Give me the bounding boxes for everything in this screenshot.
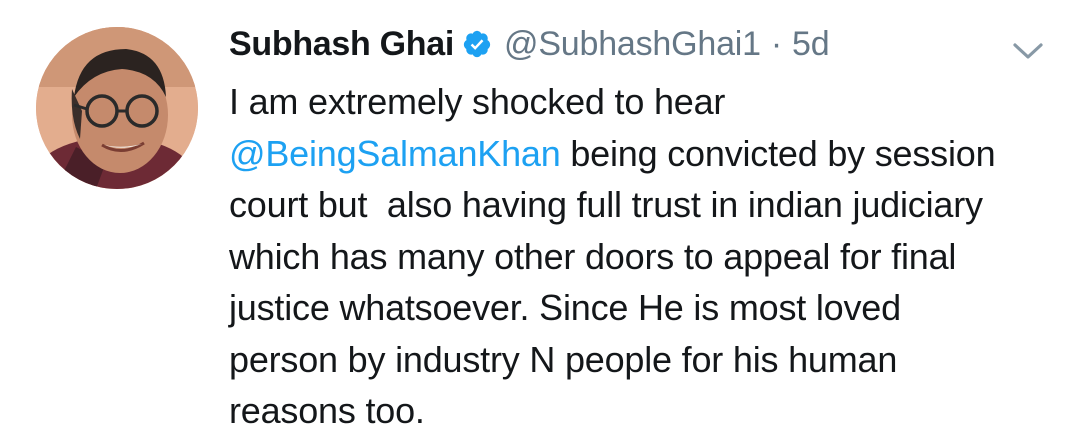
tweet-line-6: person by industry N people for his huma… [229,338,898,380]
tweet-content: Subhash Ghai @SubhashGhai1 · 5d I am ext… [229,18,1049,437]
author-handle[interactable]: @SubhashGhai1 [504,25,761,64]
tweet-line-2: @BeingSalmanKhan being convicted by sess… [229,128,1049,180]
avatar-photo [36,27,198,189]
mention-link[interactable]: @BeingSalmanKhan [229,133,561,174]
tweet-line-7: reasons too. [229,390,425,431]
tweet-header: Subhash Ghai @SubhashGhai1 · 5d [229,18,1049,70]
tweet-line-4: which has many other doors to appeal for… [229,235,957,277]
tweet-card[interactable]: Subhash Ghai @SubhashGhai1 · 5d I am ext… [0,0,1080,447]
tweet-line-2-text: being convicted by session [560,132,996,174]
avatar[interactable] [36,27,198,189]
chevron-down-icon[interactable] [1011,40,1045,62]
separator-dot: · [770,24,782,63]
author-name[interactable]: Subhash Ghai [229,25,454,64]
tweet-line-3: court but also having full trust in indi… [229,184,983,225]
verified-badge-icon [462,29,492,59]
tweet-line-5: justice whatsoever. Since He is most lov… [229,287,901,328]
tweet-body: I am extremely shocked to hear @BeingSal… [229,76,1049,437]
tweet-line-1: I am extremely shocked to hear [229,81,726,122]
tweet-timestamp[interactable]: 5d [792,25,830,64]
